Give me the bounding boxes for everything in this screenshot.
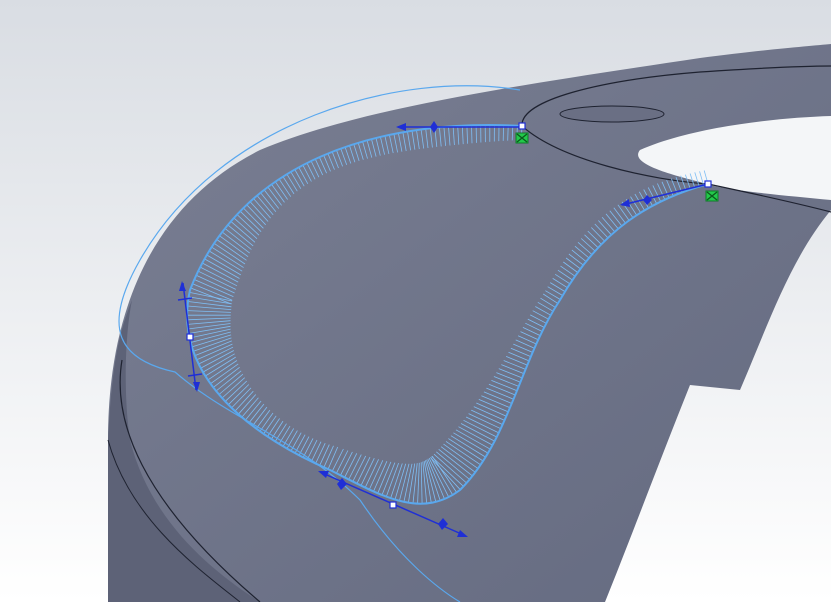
control-point-icon[interactable] xyxy=(389,501,397,509)
comb-tooth xyxy=(471,125,473,144)
control-point-icon[interactable] xyxy=(186,333,194,341)
coincident-relation-icon[interactable] xyxy=(515,132,529,144)
small-slot-hole[interactable] xyxy=(559,105,665,123)
graphics-viewport[interactable] xyxy=(0,0,831,602)
control-point-icon[interactable] xyxy=(704,180,712,188)
control-point-icon[interactable] xyxy=(518,122,526,130)
coincident-relation-icon[interactable] xyxy=(705,190,719,202)
model-scene[interactable] xyxy=(0,0,831,602)
